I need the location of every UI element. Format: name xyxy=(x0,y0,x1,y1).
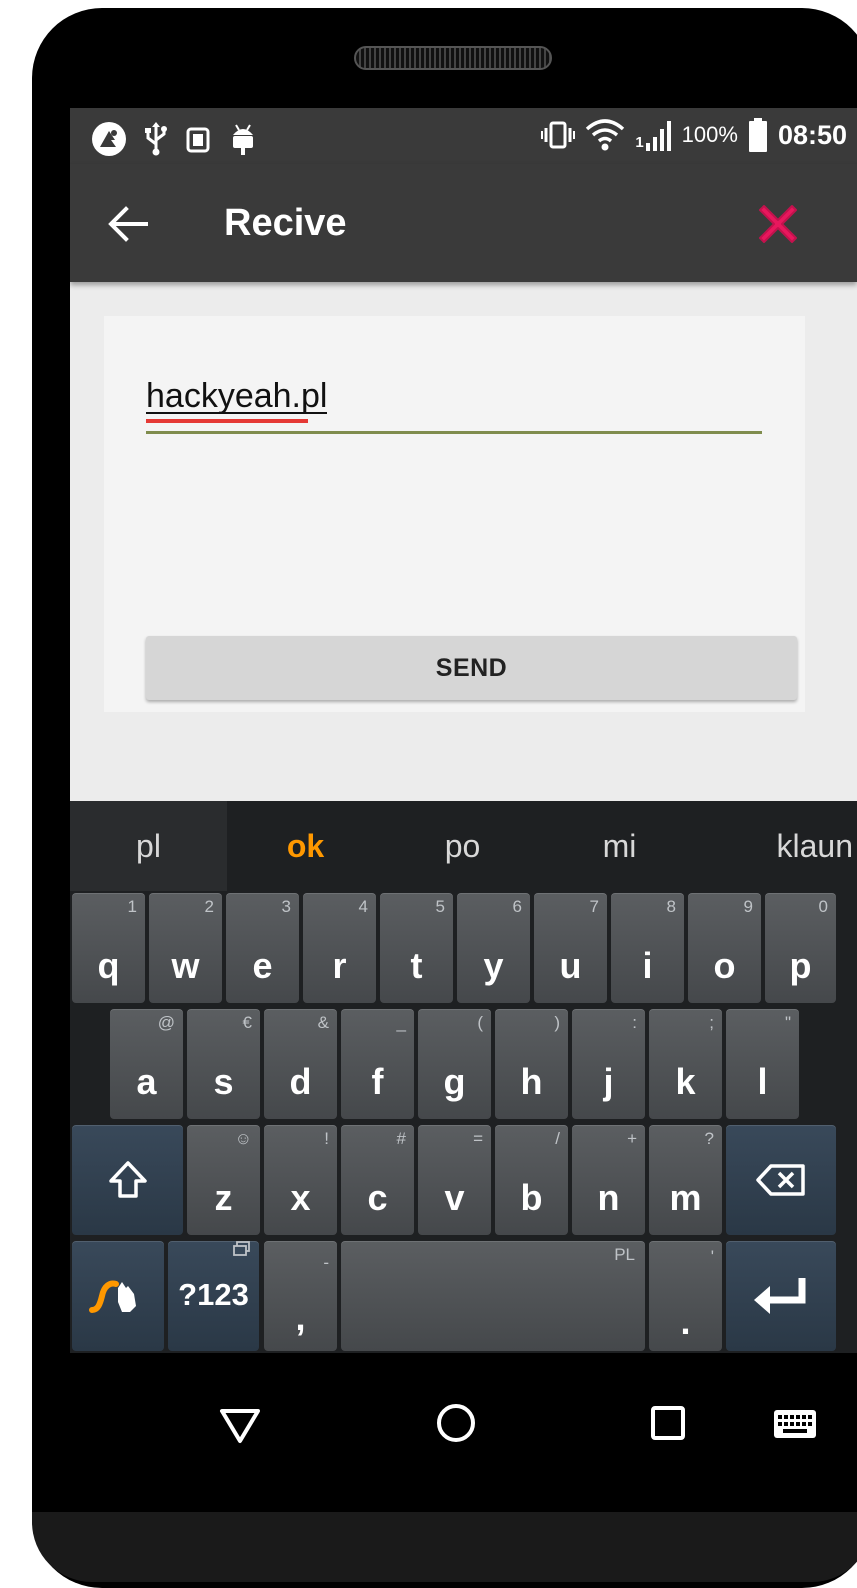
keyboard-icon[interactable] xyxy=(773,1409,817,1444)
suggestion-item-primary[interactable]: ok xyxy=(227,801,384,891)
address-input-value: hackyeah.pl xyxy=(146,377,328,415)
maps-icon xyxy=(90,120,128,158)
navigation-bar xyxy=(70,1353,857,1511)
key-r[interactable]: 4r xyxy=(303,893,376,1003)
screen: 1 100% 08:50 Recive hackyeah.pl SEND pl … xyxy=(70,108,857,1353)
clipboard-icon xyxy=(233,1241,251,1262)
key-u[interactable]: 7u xyxy=(534,893,607,1003)
wifi-icon xyxy=(585,119,625,151)
key-l[interactable]: " l xyxy=(726,1009,799,1119)
key-j[interactable]: :j xyxy=(572,1009,645,1119)
suggestion-item[interactable]: klaun xyxy=(698,801,857,891)
backspace-icon xyxy=(756,1164,805,1196)
key-w[interactable]: 2w xyxy=(149,893,222,1003)
key-f[interactable]: _ f xyxy=(341,1009,414,1119)
app-toolbar: Recive xyxy=(70,164,857,282)
key-n[interactable]: + n xyxy=(572,1125,645,1235)
key-k[interactable]: ; k xyxy=(649,1009,722,1119)
key-o[interactable]: 9o xyxy=(688,893,761,1003)
back-button[interactable] xyxy=(106,202,150,246)
back-triangle-icon[interactable] xyxy=(218,1405,262,1450)
key-y[interactable]: 6y xyxy=(457,893,530,1003)
usb-icon xyxy=(144,122,168,156)
battery-percent: 100% xyxy=(681,122,738,147)
recents-square-icon[interactable] xyxy=(648,1403,688,1448)
key-s[interactable]: € s xyxy=(187,1009,260,1119)
home-circle-icon[interactable] xyxy=(434,1401,478,1450)
key-a[interactable]: @ a xyxy=(110,1009,183,1119)
key-v[interactable]: = v xyxy=(418,1125,491,1235)
sim-icon xyxy=(184,124,212,154)
shift-icon xyxy=(108,1161,147,1198)
backspace-key[interactable] xyxy=(726,1125,836,1235)
enter-key[interactable] xyxy=(726,1241,836,1351)
key-e[interactable]: 3e xyxy=(226,893,299,1003)
android-debug-icon xyxy=(228,121,258,157)
status-bar: 1 100% 08:50 xyxy=(70,108,857,164)
swype-key[interactable] xyxy=(72,1241,164,1351)
phone-bottom-bezel xyxy=(32,1512,857,1582)
shift-key[interactable] xyxy=(72,1125,183,1235)
signal-icon: 1 xyxy=(635,119,671,151)
status-clock: 08:50 xyxy=(777,119,847,150)
send-button[interactable]: SEND xyxy=(146,636,797,700)
signal-sim-label: 1 xyxy=(635,134,644,151)
battery-icon xyxy=(748,118,768,152)
key-z[interactable]: ☺ z xyxy=(187,1125,260,1235)
close-button[interactable] xyxy=(754,200,802,248)
address-input[interactable]: hackyeah.pl xyxy=(146,376,762,434)
earpiece-speaker xyxy=(354,46,552,70)
suggestion-item[interactable]: po xyxy=(384,801,541,891)
key-p[interactable]: 0p xyxy=(765,893,836,1003)
key-comma[interactable]: -, xyxy=(264,1241,337,1351)
suggestion-item[interactable]: mi xyxy=(541,801,698,891)
key-c[interactable]: # c xyxy=(341,1125,414,1235)
key-b[interactable]: / b xyxy=(495,1125,568,1235)
receive-form-card: hackyeah.pl SEND xyxy=(104,316,805,712)
key-h[interactable]: ) h xyxy=(495,1009,568,1119)
suggestion-item[interactable]: pl xyxy=(70,801,227,891)
space-key[interactable]: PL xyxy=(341,1241,645,1351)
spellcheck-underline xyxy=(146,419,308,423)
close-x-icon xyxy=(759,205,797,243)
key-i[interactable]: 8i xyxy=(611,893,684,1003)
enter-icon xyxy=(754,1278,806,1314)
key-m[interactable]: ? m xyxy=(649,1125,722,1235)
key-period[interactable]: '. xyxy=(649,1241,722,1351)
soft-keyboard: pl ok po mi klaun 1q 2w 3e 4r 5t 6y 7u 8… xyxy=(70,801,857,1353)
symbols-key[interactable]: ?123 xyxy=(168,1241,259,1351)
arrow-left-icon xyxy=(108,206,148,242)
key-x[interactable]: ! x xyxy=(264,1125,337,1235)
suggestion-bar: pl ok po mi klaun xyxy=(70,801,857,891)
key-t[interactable]: 5t xyxy=(380,893,453,1003)
key-g[interactable]: (g xyxy=(418,1009,491,1119)
page-title: Recive xyxy=(224,202,347,244)
swype-icon xyxy=(89,1280,136,1313)
key-d[interactable]: & d xyxy=(264,1009,337,1119)
key-q[interactable]: 1q xyxy=(72,893,145,1003)
vibrate-icon xyxy=(541,120,576,150)
